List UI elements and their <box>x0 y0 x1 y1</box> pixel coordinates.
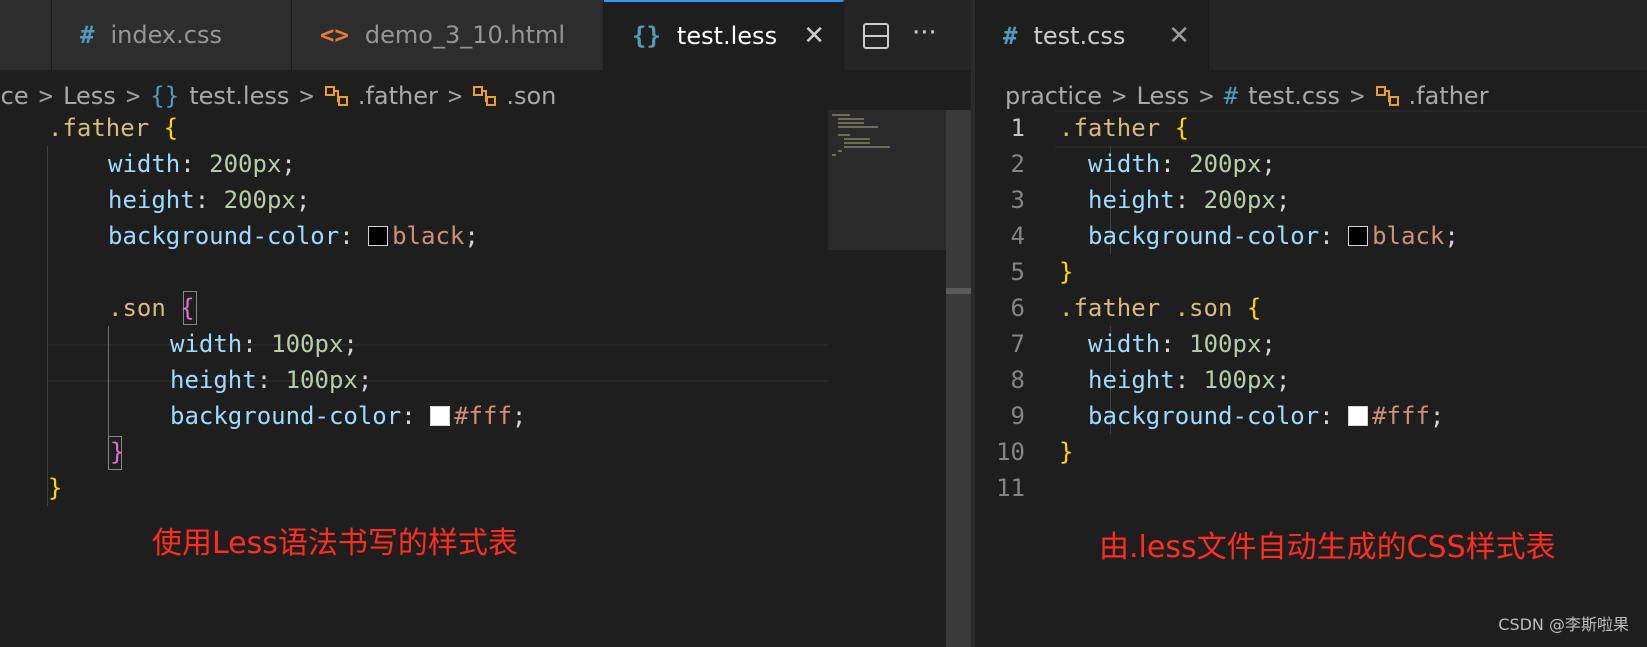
code-line: .son { <box>108 294 195 322</box>
line-number: 11 <box>996 474 1025 502</box>
tab-label: test.less <box>676 22 778 50</box>
css-file-icon: # <box>80 21 95 49</box>
left-tab-bar: # index.css <> demo_3_10.html {} test.le… <box>0 0 975 70</box>
color-swatch[interactable] <box>430 406 451 426</box>
less-file-icon: {} <box>632 22 661 50</box>
line-number: 8 <box>1010 366 1025 394</box>
chevron-right-icon: > <box>1112 82 1127 110</box>
more-actions-icon[interactable]: ··· <box>912 18 937 48</box>
code-line: } <box>1059 258 1074 286</box>
minimap[interactable] <box>828 110 946 250</box>
close-icon[interactable]: ✕ <box>1168 21 1190 51</box>
code-line: width: 200px; <box>108 150 296 178</box>
breadcrumb-item[interactable]: Less <box>63 82 116 110</box>
code-line: height: 100px; <box>1088 366 1291 394</box>
code-line: .father { <box>48 114 179 142</box>
breadcrumb-item[interactable]: .father <box>1375 82 1489 110</box>
css-file-icon: # <box>1223 82 1239 110</box>
line-number: 9 <box>1010 402 1025 430</box>
tab-index-css[interactable]: # index.css <box>52 0 292 70</box>
code-editor[interactable]: 1 2 3 4 5 6 7 8 9 10 11 .father { width:… <box>975 110 1647 647</box>
line-number: 5 <box>1010 258 1025 286</box>
chevron-right-icon: > <box>1350 82 1365 110</box>
line-number: 3 <box>1010 186 1025 214</box>
left-editor-group: # index.css <> demo_3_10.html {} test.le… <box>0 0 975 647</box>
chevron-right-icon: > <box>299 82 314 110</box>
code-line: height: 200px; <box>108 186 311 214</box>
code-line: height: 100px; <box>170 366 373 394</box>
code-line: background-color: #fff; <box>170 402 527 430</box>
watermark: CSDN @李斯啦果 <box>1498 615 1629 634</box>
color-swatch[interactable] <box>1348 406 1369 426</box>
breadcrumb-item[interactable]: # test.css <box>1224 82 1340 110</box>
tab-overflow[interactable] <box>0 0 52 70</box>
line-number: 2 <box>1010 150 1025 178</box>
breadcrumb-item[interactable]: ice <box>0 82 29 110</box>
right-editor-group: # test.css ✕ practice > Less > # test.css… <box>975 0 1647 647</box>
breadcrumb-item[interactable]: practice <box>1005 82 1102 110</box>
breadcrumb-item[interactable]: .father <box>324 82 438 110</box>
color-swatch[interactable] <box>368 226 389 246</box>
scrollbar-thumb[interactable] <box>946 288 971 294</box>
annotation-less: 使用Less语法书写的样式表 <box>152 526 518 561</box>
indent-guide <box>47 146 48 506</box>
line-number: 1 <box>1010 114 1025 142</box>
tab-demo-html[interactable]: <> demo_3_10.html <box>292 0 604 70</box>
tab-label: index.css <box>110 21 222 49</box>
annotation-css: 由.less文件自动生成的CSS样式表 <box>1099 530 1556 565</box>
code-line: width: 200px; <box>1088 150 1276 178</box>
chevron-right-icon: > <box>1199 82 1214 110</box>
symbol-class-icon <box>473 86 497 106</box>
code-line: background-color: black; <box>1088 222 1459 250</box>
breadcrumb-item[interactable]: {} test.less <box>150 82 289 110</box>
vertical-scrollbar[interactable] <box>946 110 971 647</box>
code-line: } <box>1059 438 1074 466</box>
code-line: } <box>48 474 63 502</box>
code-line: height: 200px; <box>1088 186 1291 214</box>
right-tab-bar: # test.css ✕ <box>975 0 1647 70</box>
css-file-icon: # <box>1003 22 1018 50</box>
line-number: 7 <box>1010 330 1025 358</box>
tab-test-less[interactable]: {} test.less ✕ <box>604 0 844 70</box>
code-line: background-color: black; <box>108 222 479 250</box>
chevron-right-icon: > <box>447 82 463 110</box>
tab-label: test.css <box>1033 22 1126 50</box>
line-number: 6 <box>1010 294 1025 322</box>
code-line: .father .son { <box>1059 294 1262 322</box>
code-line: width: 100px; <box>1088 330 1276 358</box>
code-line: } <box>110 438 125 466</box>
line-number: 10 <box>996 438 1025 466</box>
tab-test-css[interactable]: # test.css ✕ <box>975 0 1209 70</box>
close-icon[interactable]: ✕ <box>803 21 825 51</box>
chevron-right-icon: > <box>125 82 141 110</box>
symbol-class-icon <box>324 86 348 106</box>
symbol-class-icon <box>1375 86 1399 106</box>
split-editor-icon[interactable] <box>862 22 890 54</box>
breadcrumb-item[interactable]: .son <box>472 82 556 110</box>
chevron-right-icon: > <box>38 82 54 110</box>
current-line-highlight <box>48 344 828 382</box>
breadcrumb-item[interactable]: Less <box>1137 82 1190 110</box>
line-number: 4 <box>1010 222 1025 250</box>
tab-label: demo_3_10.html <box>364 21 566 49</box>
code-line: width: 100px; <box>170 330 358 358</box>
code-line: .father { <box>1059 114 1190 142</box>
color-swatch[interactable] <box>1348 226 1369 246</box>
code-line: background-color: #fff; <box>1088 402 1445 430</box>
less-file-icon: {} <box>150 82 180 110</box>
html-file-icon: <> <box>320 21 349 49</box>
